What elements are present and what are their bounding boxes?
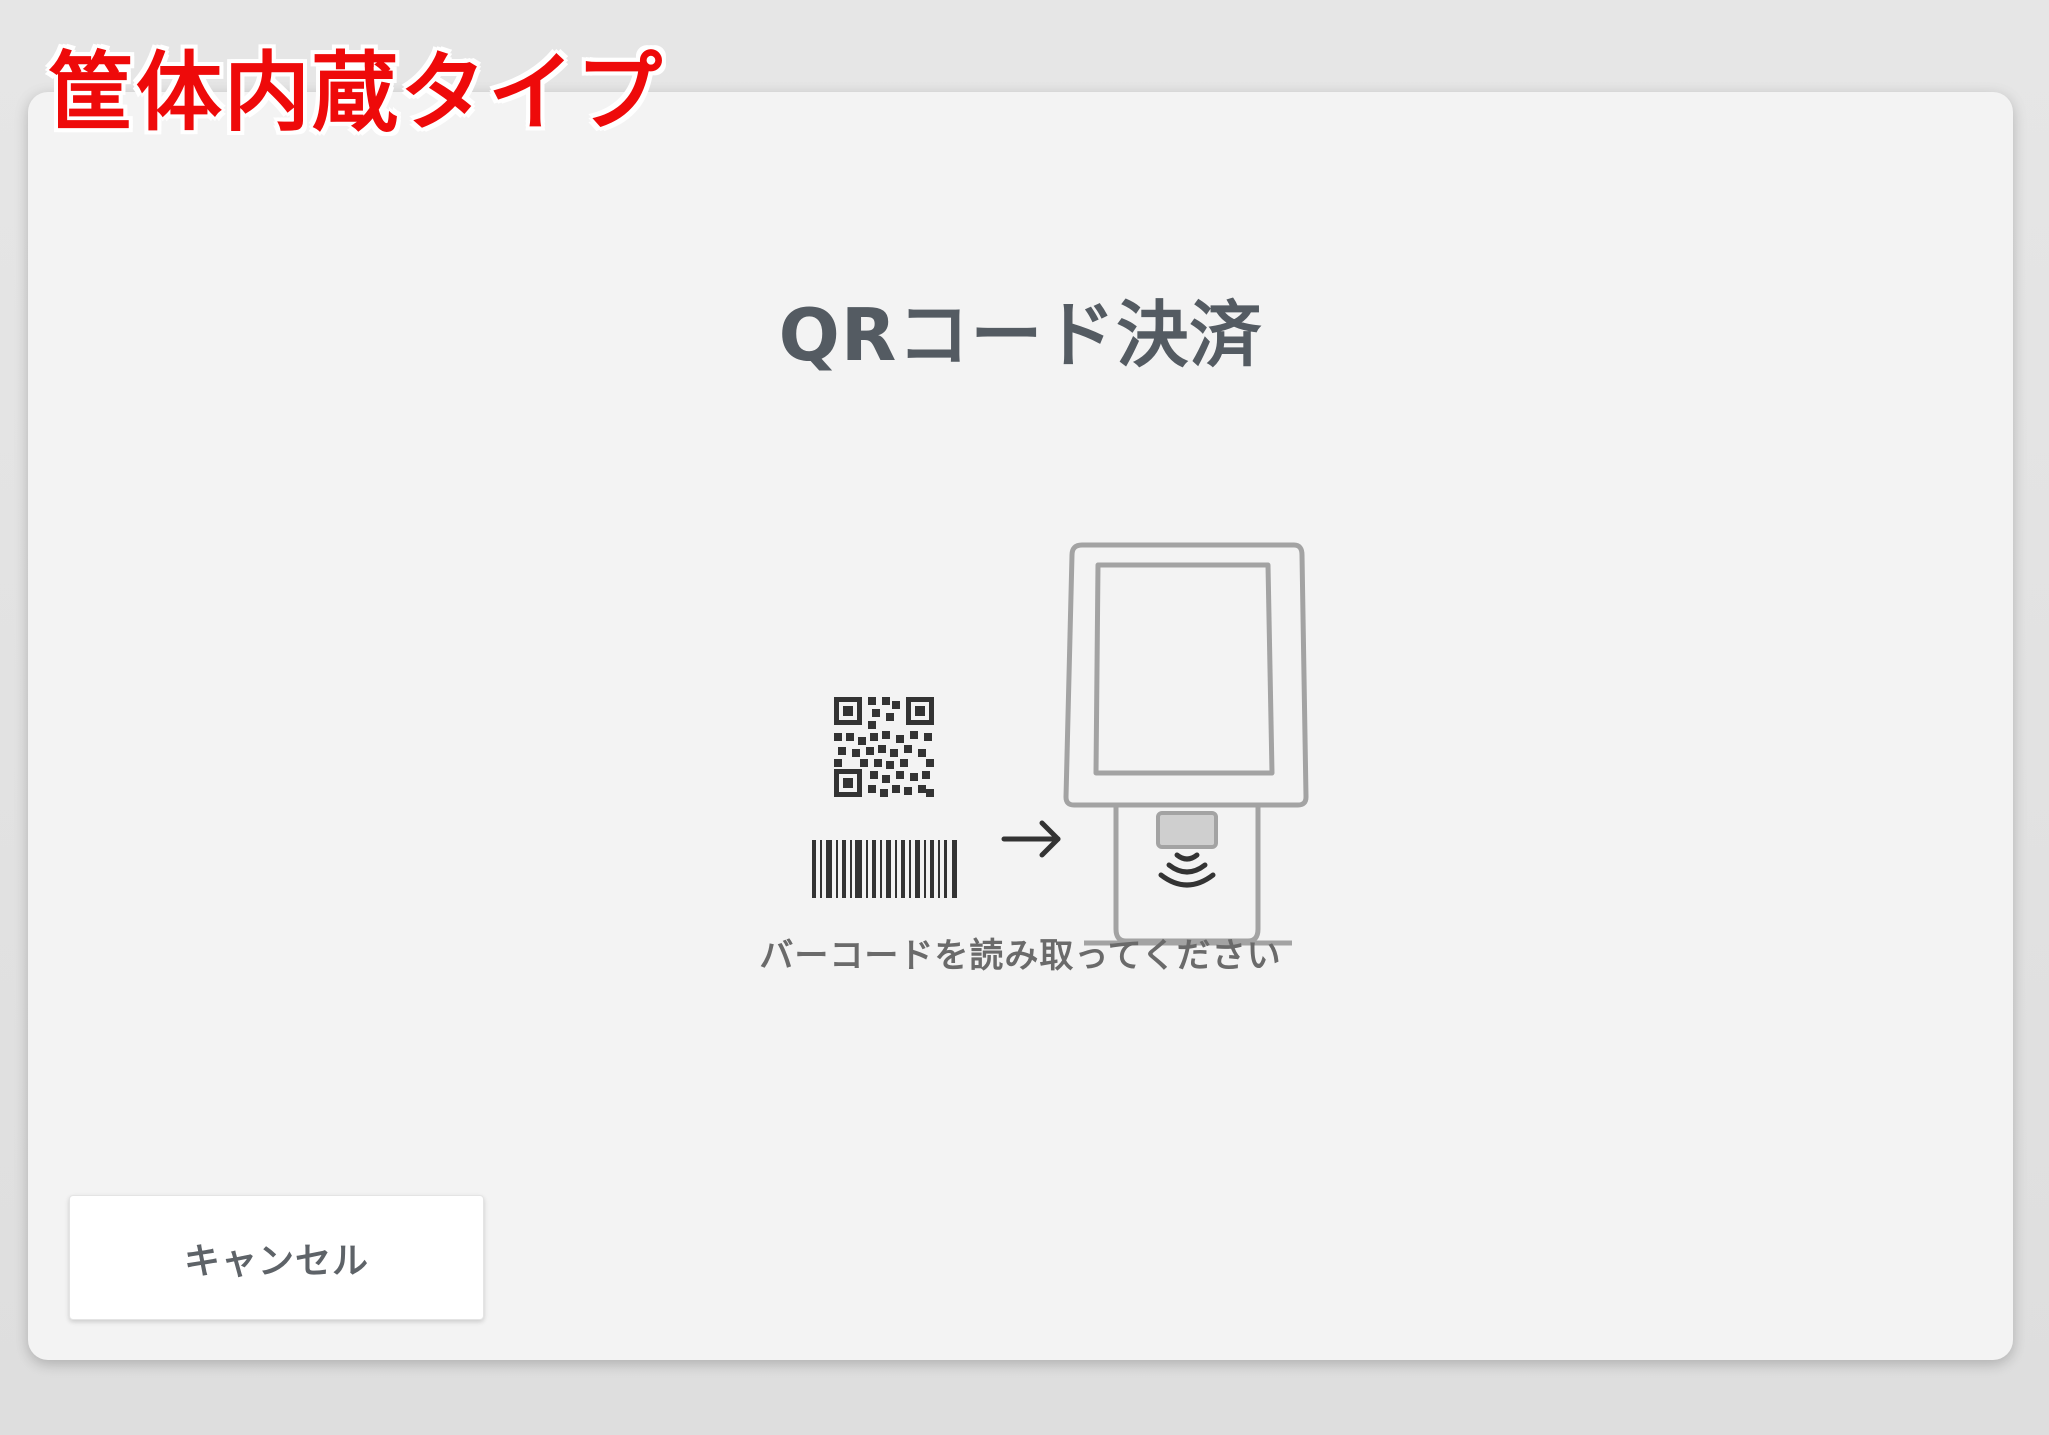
scan-illustration <box>812 542 1309 946</box>
cancel-button[interactable]: キャンセル <box>69 1195 484 1320</box>
payment-dialog: QRコード決済 バーコードを読み取ってください キャンセル <box>28 92 2013 1360</box>
contactless-reader-icon <box>1156 811 1218 888</box>
instruction-text: バーコードを読み取ってください <box>759 936 1282 976</box>
page-title: QRコード決済 <box>778 293 1263 377</box>
annotation-label: 筐体内蔵タイプ <box>48 43 664 143</box>
barcode-icon <box>812 840 957 898</box>
qr-code-icon <box>834 697 934 797</box>
arrow-right-icon <box>1001 820 1061 858</box>
